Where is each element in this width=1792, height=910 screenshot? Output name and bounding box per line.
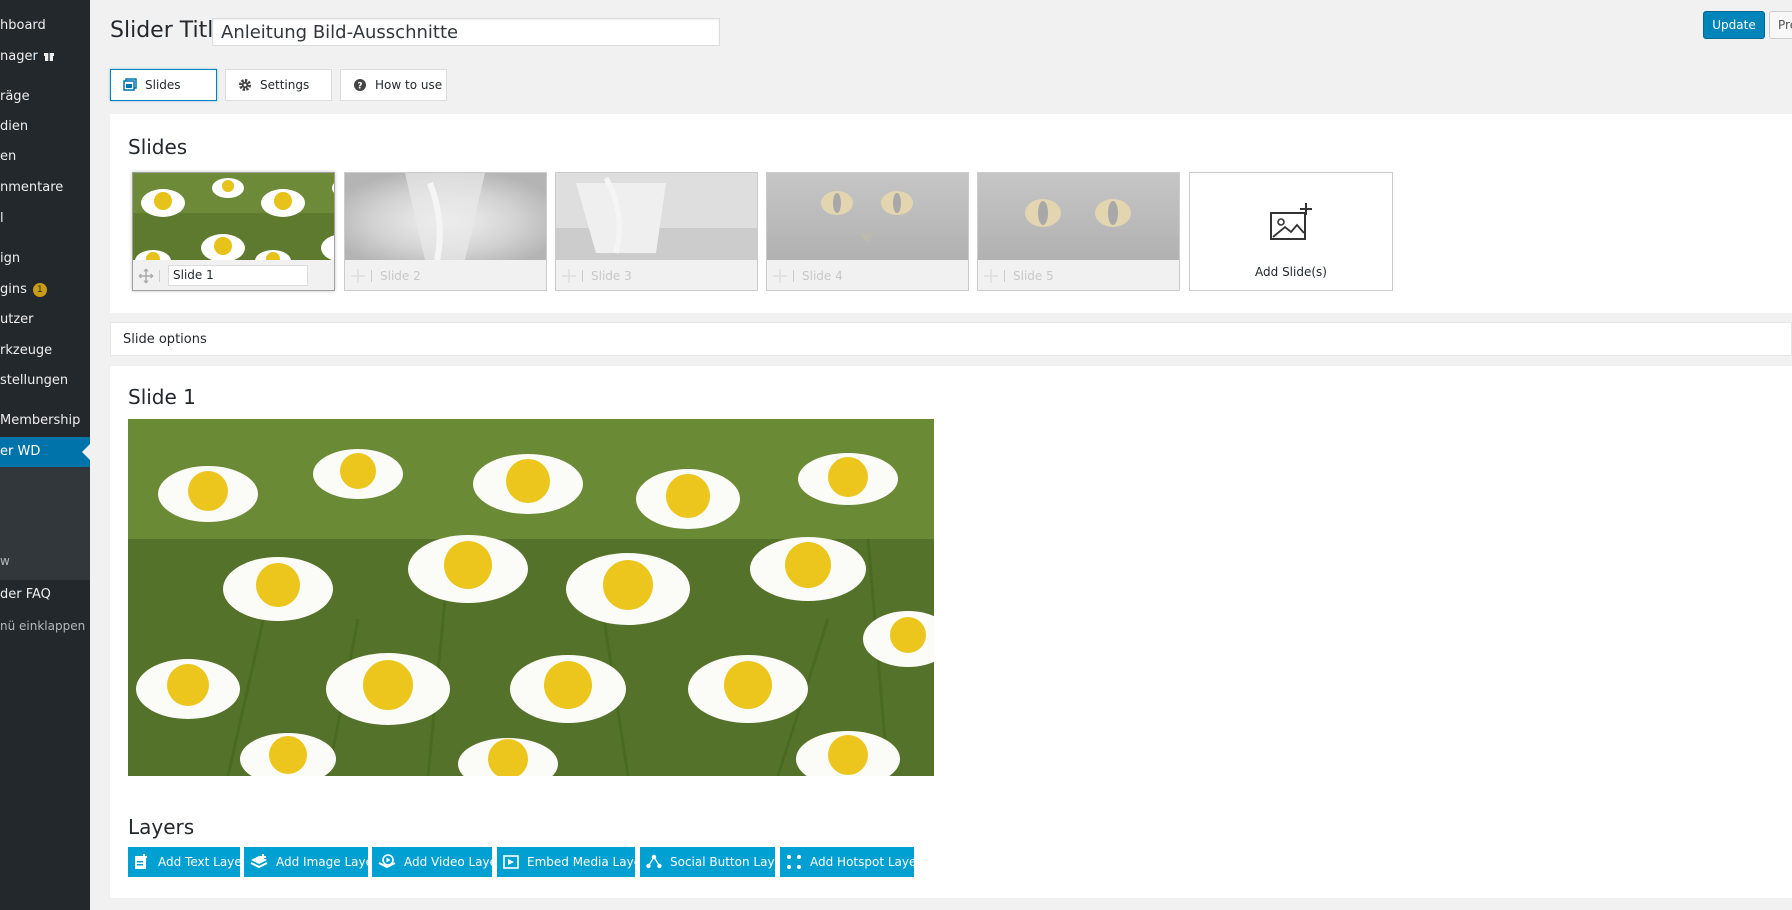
slide-options-label: Slide options <box>123 332 207 347</box>
tab-how-to-use[interactable]: ? How to use <box>340 69 447 101</box>
gift-icon <box>43 53 54 61</box>
add-text-layer-label: Add Text Layer <box>158 855 240 869</box>
divider <box>582 269 583 282</box>
slide-thumbnail-image[interactable] <box>133 173 334 260</box>
sidebar-item-forms[interactable]: l <box>0 204 90 234</box>
drag-handle-icon[interactable] <box>978 268 1004 284</box>
sidebar-item-membership[interactable]: Membership <box>0 406 90 436</box>
embed-media-icon <box>503 855 519 869</box>
add-slide-label: Add Slide(s) <box>1255 265 1327 279</box>
drag-handle-icon[interactable] <box>133 268 159 284</box>
divider <box>1004 269 1005 282</box>
sidebar-item-media[interactable]: dien <box>0 112 90 142</box>
add-image-icon <box>1270 203 1312 240</box>
slider-title-input[interactable] <box>212 18 720 46</box>
add-slide-button[interactable]: Add Slide(s) <box>1189 172 1393 291</box>
slide-thumbnail-image[interactable] <box>345 173 546 260</box>
slide-thumb-5[interactable]: Slide 5 <box>977 172 1180 291</box>
embed-media-layer-button[interactable]: Embed Media Layer <box>497 847 635 877</box>
update-button[interactable]: Update <box>1703 11 1765 39</box>
video-layer-icon <box>378 854 396 869</box>
question-icon: ? <box>354 79 366 92</box>
sidebar-item-posts[interactable]: räge <box>0 82 90 112</box>
sidebar-item-slider-wd[interactable]: er WD <box>0 437 90 467</box>
divider <box>793 269 794 282</box>
tab-settings[interactable]: Settings <box>225 69 332 101</box>
slide-title-label[interactable]: Slide 4 <box>802 269 843 283</box>
sidebar-item-dashboard[interactable]: hboard <box>0 11 90 41</box>
tab-settings-label: Settings <box>260 78 310 92</box>
tab-slides[interactable]: Slides <box>110 69 217 101</box>
drag-handle-icon[interactable] <box>767 268 793 284</box>
social-button-layer-button[interactable]: Social Button Layer <box>640 847 775 877</box>
add-video-layer-label: Add Video Layer <box>404 855 492 869</box>
sidebar-item-comments[interactable]: nmentare <box>0 173 90 203</box>
add-image-layer-label: Add Image Layer <box>276 855 368 869</box>
sidebar-item-tools[interactable]: rkzeuge <box>0 336 90 366</box>
update-count-badge: 1 <box>32 283 47 297</box>
slide-thumb-3[interactable]: Slide 3 <box>555 172 758 291</box>
add-text-layer-button[interactable]: Add Text Layer <box>128 847 240 877</box>
sidebar-item-settings[interactable]: stellungen <box>0 366 90 396</box>
slide-title-label[interactable]: Slide 2 <box>380 269 421 283</box>
sidebar-item-users[interactable]: utzer <box>0 305 90 335</box>
layers-heading: Layers <box>128 815 195 839</box>
add-hotspot-layer-button[interactable]: Add Hotspot Layer <box>780 847 914 877</box>
add-video-layer-button[interactable]: Add Video Layer <box>372 847 492 877</box>
admin-sidebar: hboard nager räge dien en nmentare l ign… <box>0 0 90 910</box>
slider-title-label: Slider Title <box>110 18 227 43</box>
add-image-layer-button[interactable]: Add Image Layer <box>244 847 368 877</box>
slide-title-input[interactable]: Slide 1 <box>168 265 308 286</box>
sidebar-item-pages[interactable]: en <box>0 142 90 172</box>
svg-text:?: ? <box>357 82 362 92</box>
embed-media-layer-label: Embed Media Layer <box>527 855 635 869</box>
drag-handle-icon[interactable] <box>556 268 582 284</box>
social-share-icon <box>646 854 662 869</box>
sidebar-item-plugins[interactable]: gins 1 <box>0 275 90 305</box>
slide-thumbnail-image[interactable] <box>767 173 968 260</box>
text-layer-icon <box>135 854 147 869</box>
slide-options-toggle[interactable]: Slide options <box>110 322 1792 356</box>
slide-thumbnail-image[interactable] <box>978 173 1179 260</box>
sidebar-item-design[interactable]: ign <box>0 244 90 274</box>
slide-thumb-4[interactable]: Slide 4 <box>766 172 969 291</box>
slides-icon <box>123 78 137 91</box>
gear-icon <box>239 79 251 91</box>
drag-handle-icon[interactable] <box>345 268 371 284</box>
slide-heading: Slide 1 <box>128 385 196 409</box>
hotspot-icon <box>787 855 801 869</box>
social-button-layer-label: Social Button Layer <box>670 855 775 869</box>
divider <box>159 269 160 282</box>
tab-slides-label: Slides <box>145 78 181 92</box>
divider <box>371 269 372 282</box>
preview-button[interactable]: Pre <box>1769 11 1792 39</box>
collapse-menu-button[interactable]: nü einklappen <box>0 611 90 641</box>
slide-thumb-1[interactable]: Slide 1 <box>132 172 335 291</box>
slide-main-image[interactable] <box>128 419 934 776</box>
sidebar-subitem-w[interactable]: w <box>0 546 90 576</box>
slides-heading: Slides <box>128 135 188 159</box>
slide-title-label[interactable]: Slide 3 <box>591 269 632 283</box>
tab-how-to-use-label: How to use <box>375 78 443 92</box>
slide-thumbnail-image[interactable] <box>556 173 757 260</box>
sidebar-item-manager[interactable]: nager <box>0 42 90 72</box>
sidebar-item-slider-faq[interactable]: der FAQ <box>0 580 90 610</box>
slide-thumb-2[interactable]: Slide 2 <box>344 172 547 291</box>
slide-title-label[interactable]: Slide 5 <box>1013 269 1054 283</box>
image-layer-icon <box>250 854 268 869</box>
add-hotspot-layer-label: Add Hotspot Layer <box>810 855 914 869</box>
